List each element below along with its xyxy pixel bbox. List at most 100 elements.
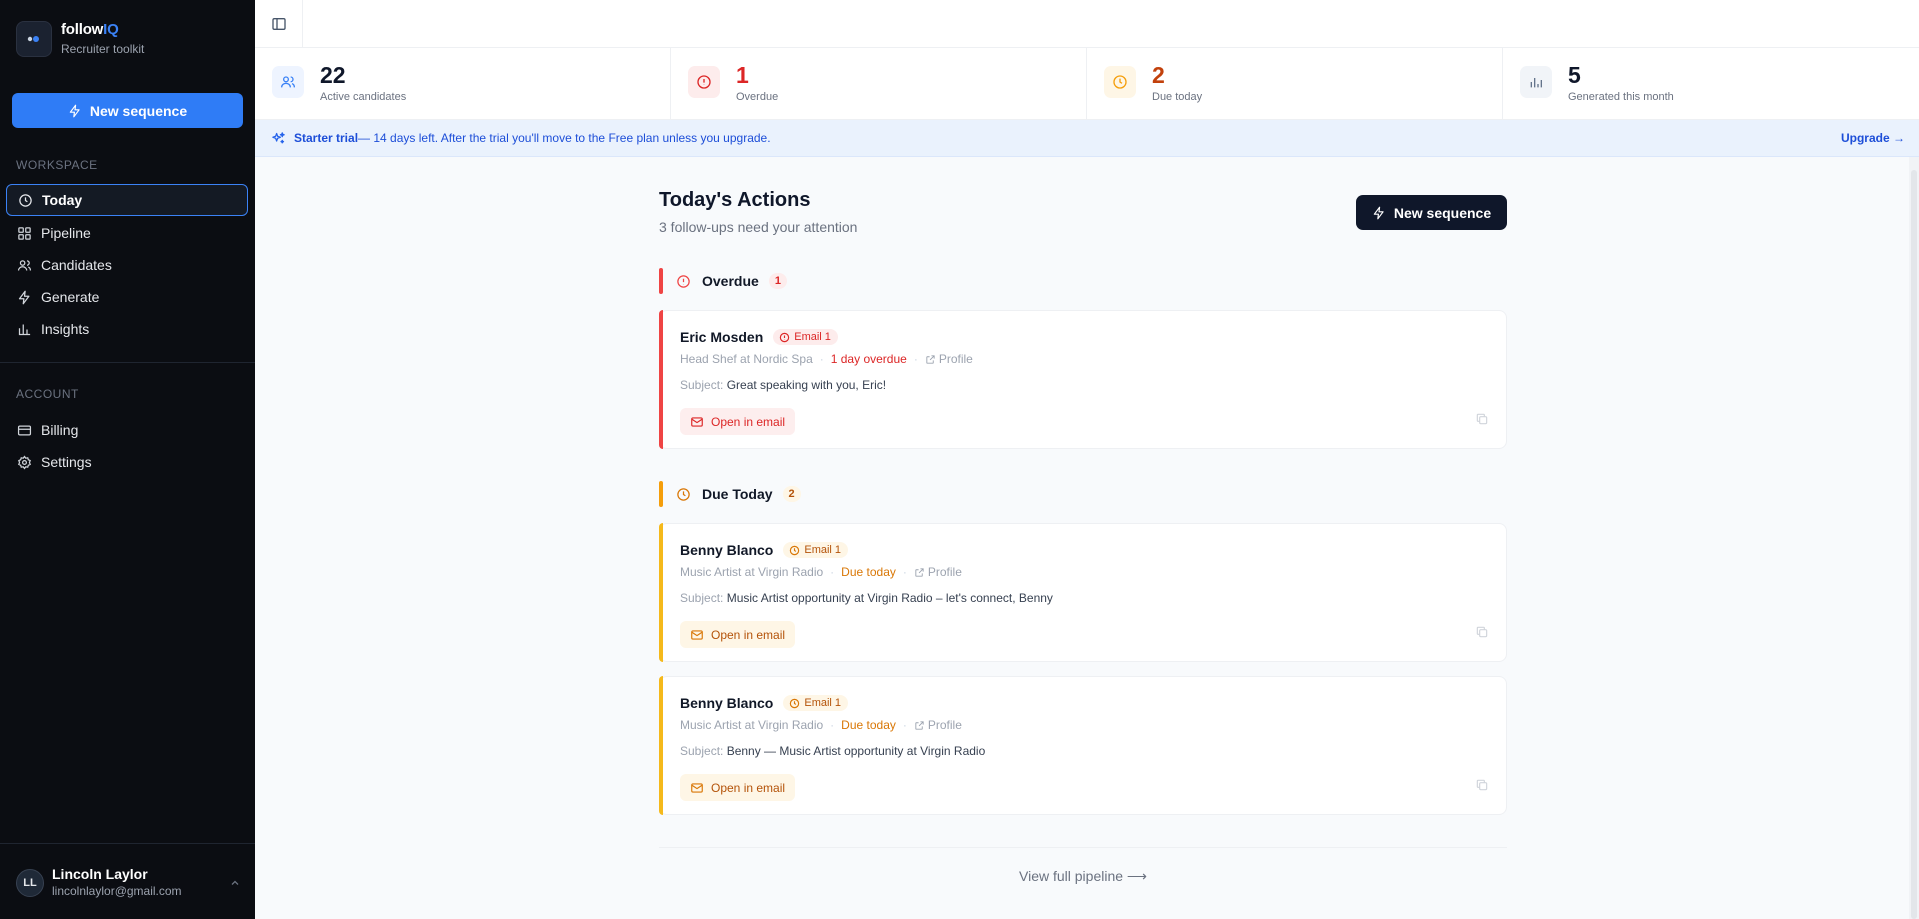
open-in-email-button[interactable]: Open in email: [680, 621, 796, 648]
page-subtitle: 3 follow-ups need your attention: [659, 219, 858, 235]
copy-icon[interactable]: [1475, 625, 1489, 639]
sidebar-item-generate[interactable]: Generate: [6, 281, 248, 313]
profile-link[interactable]: Profile: [914, 718, 962, 732]
due-today-group-header: Due Today 2: [659, 481, 801, 507]
sidebar-item-label: Settings: [41, 454, 92, 470]
sidebar-item-settings[interactable]: Settings: [6, 446, 248, 478]
trial-banner-text: — 14 days left. After the trial you'll m…: [358, 131, 771, 145]
open-in-email-button[interactable]: Open in email: [680, 774, 796, 801]
followup-card[interactable]: Eric Mosden Email 1 Head Shef at Nordic …: [659, 310, 1507, 449]
clock-icon: [677, 487, 690, 501]
stat-active-candidates: 22 Active candidates: [255, 48, 671, 120]
workspace-section-label: WORKSPACE: [16, 158, 98, 172]
sidebar-item-insights[interactable]: Insights: [6, 313, 248, 345]
profile-link[interactable]: Profile: [925, 352, 973, 366]
stat-label: Overdue: [736, 91, 779, 103]
stat-value: 1: [736, 62, 749, 88]
stat-label: Generated this month: [1568, 91, 1674, 103]
sidebar: followIQ Recruiter toolkit New sequence …: [0, 0, 255, 919]
bolt-icon: [1373, 206, 1384, 219]
stat-due-today: 2 Due today: [1087, 48, 1503, 120]
sidebar-new-sequence-label: New sequence: [89, 102, 188, 119]
users-icon: [272, 66, 304, 98]
brand[interactable]: followIQ Recruiter toolkit: [16, 21, 144, 57]
email-step-badge: Email 1: [773, 329, 838, 345]
followup-card[interactable]: Benny Blanco Email 1 Music Artist at Vir…: [659, 523, 1507, 662]
stat-label: Active candidates: [320, 91, 407, 103]
user-email: lincolnlaylor@gmail.com: [52, 884, 182, 898]
sidebar-item-today[interactable]: Today: [6, 184, 248, 216]
bar-chart-icon: [1520, 66, 1552, 98]
due-status: 1 day overdue: [830, 352, 907, 366]
user-name: Lincoln Laylor: [52, 866, 148, 882]
trial-banner-title: Starter trial: [294, 131, 359, 145]
clock-icon: [19, 193, 32, 207]
email-step-badge: Email 1: [783, 695, 849, 711]
stat-overdue: 1 Overdue: [671, 48, 1087, 120]
brand-subtitle: Recruiter toolkit: [61, 42, 145, 56]
account-section-label: ACCOUNT: [16, 387, 79, 401]
email-subject: Subject: Benny — Music Artist opportunit…: [680, 744, 986, 758]
candidate-role: Music Artist at Virgin Radio: [680, 565, 824, 579]
sparkles-icon: [272, 131, 285, 143]
group-accent-bar: [659, 268, 663, 294]
external-link-icon: [926, 354, 935, 364]
due-status: Due today: [841, 565, 896, 579]
copy-icon[interactable]: [1475, 778, 1489, 792]
sidebar-toggle-button[interactable]: [255, 0, 303, 47]
sidebar-item-billing[interactable]: Billing: [6, 414, 248, 446]
mail-icon: [691, 416, 703, 427]
mail-icon: [691, 782, 703, 793]
stats-bar: 22 Active candidates 1 Overdue 2 Due tod…: [255, 48, 1919, 120]
candidate-name: Benny Blanco Email 1: [680, 695, 849, 711]
sidebar-footer-divider: [0, 843, 255, 844]
group-accent-bar: [659, 481, 663, 507]
clock-icon: [790, 545, 800, 555]
candidate-role: Music Artist at Virgin Radio: [680, 718, 824, 732]
gear-icon: [18, 455, 31, 469]
user-menu[interactable]: LL Lincoln Laylor lincolnlaylor@gmail.co…: [16, 866, 241, 899]
candidate-meta: Music Artist at Virgin Radio · Due today…: [680, 718, 962, 732]
mail-icon: [691, 629, 703, 640]
stat-value: 5: [1568, 62, 1581, 88]
sidebar-divider: [0, 362, 255, 363]
candidate-meta: Music Artist at Virgin Radio · Due today…: [680, 565, 962, 579]
candidate-role: Head Shef at Nordic Spa: [680, 352, 813, 366]
sidebar-item-label: Candidates: [41, 257, 112, 273]
grid-icon: [18, 226, 31, 240]
external-link-icon: [915, 567, 924, 577]
candidate-name: Eric Mosden Email 1: [680, 329, 838, 345]
sidebar-item-label: Insights: [41, 321, 90, 337]
page-title: Today's Actions: [659, 189, 811, 211]
view-full-pipeline-link[interactable]: View full pipeline ⟶: [659, 868, 1507, 885]
copy-icon[interactable]: [1475, 412, 1489, 426]
new-sequence-label: New sequence: [1393, 204, 1492, 221]
scrollbar-thumb[interactable]: [1911, 170, 1917, 919]
footer-divider: [659, 847, 1507, 848]
profile-link[interactable]: Profile: [914, 565, 962, 579]
stat-value: 2: [1152, 62, 1165, 88]
sidebar-item-label: Today: [42, 192, 83, 208]
topbar: [255, 0, 1919, 48]
users-icon: [17, 259, 32, 271]
stat-generated-this-month: 5 Generated this month: [1503, 48, 1919, 120]
candidate-meta: Head Shef at Nordic Spa · 1 day overdue …: [680, 352, 973, 366]
sidebar-item-candidates[interactable]: Candidates: [6, 249, 248, 281]
card-accent-bar: [659, 676, 663, 815]
followup-card[interactable]: Benny Blanco Email 1 Music Artist at Vir…: [659, 676, 1507, 815]
clock-icon: [790, 698, 800, 708]
open-in-email-button[interactable]: Open in email: [680, 408, 796, 435]
upgrade-link[interactable]: Upgrade →: [1841, 131, 1905, 145]
sidebar-toggle-icon: [271, 17, 286, 30]
sidebar-item-label: Billing: [41, 422, 79, 438]
new-sequence-button[interactable]: New sequence: [1356, 195, 1507, 230]
sidebar-item-label: Pipeline: [41, 225, 91, 241]
sidebar-new-sequence-button[interactable]: New sequence: [12, 93, 243, 128]
group-title: Due Today: [702, 486, 773, 502]
trial-banner: Starter trial — 14 days left. After the …: [255, 120, 1919, 157]
email-subject: Subject: Music Artist opportunity at Vir…: [680, 591, 1053, 605]
sidebar-item-pipeline[interactable]: Pipeline: [6, 217, 248, 249]
bar-chart-icon: [18, 324, 31, 335]
chevron-up-icon: [231, 880, 239, 885]
candidate-name: Benny Blanco Email 1: [680, 542, 849, 558]
